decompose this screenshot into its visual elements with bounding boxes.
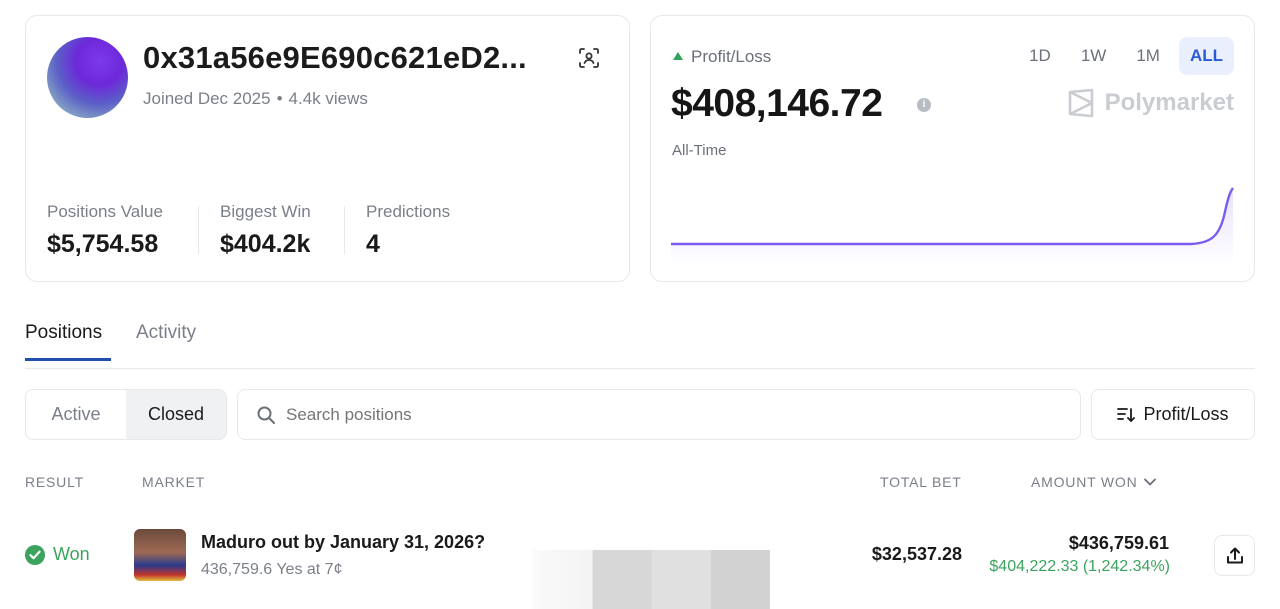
stat-value: $404.2k [220,230,311,258]
check-circle-icon [25,544,45,565]
search-icon [257,406,275,424]
chart-line [671,187,1234,246]
range-tab-1m[interactable]: 1M [1125,37,1171,75]
pnl-sparkline-chart [671,187,1234,266]
sort-profit-loss-button[interactable]: Profit/Loss [1091,389,1255,440]
stat-label: Predictions [366,202,451,221]
joined-date: Joined Dec 2025 [143,89,271,108]
range-tab-1w[interactable]: 1W [1070,37,1118,75]
pnl-period-label: All-Time [672,142,727,159]
filter-active[interactable]: Active [26,390,126,439]
market-position-detail: 436,759.6 Yes at 7¢ [201,561,343,578]
share-icon [1226,547,1243,563]
separator-dot: • [276,89,283,108]
polymarket-logo: Polymarket [1067,88,1234,118]
range-tab-all[interactable]: ALL [1178,37,1234,75]
stat-value: 4 [366,230,380,258]
pnl-label: Profit/Loss [673,47,771,67]
amount-won-gain: $404,222.33 (1,242.34%) [989,558,1170,575]
tab-activity[interactable]: Activity [136,322,196,358]
redacted-area [533,550,770,609]
header-amount-won[interactable]: AMOUNT WON [1031,474,1156,490]
header-market: MARKET [142,474,206,490]
profile-meta: Joined Dec 2025 • 4.4k views [143,89,368,109]
info-icon[interactable]: i [917,98,931,112]
stat-biggest-win: Biggest Win $404.2k [220,202,311,259]
market-title[interactable]: Maduro out by January 31, 2026? [201,532,485,553]
amount-won-value: $436,759.61 [1068,533,1169,553]
view-count: 4.4k views [288,89,368,108]
chart-area [671,188,1233,266]
tab-positions[interactable]: Positions [25,322,111,361]
result-label: Won [53,544,90,564]
positions-activity-tabs: Positions Activity [25,322,1255,369]
active-closed-toggle: Active Closed [25,389,227,440]
profile-card: 0x31a56e9E690c621eD2... Joined Dec 2025 •… [25,15,630,282]
search-input[interactable] [286,402,1046,428]
stat-positions-value: Positions Value $5,754.58 [47,202,163,259]
sort-label: Profit/Loss [1143,404,1229,424]
header-total-bet[interactable]: TOTAL BET [880,474,962,490]
profit-loss-card: Profit/Loss 1D 1W 1M ALL $408,146.72 i P… [650,15,1255,282]
stat-predictions: Predictions 4 [366,202,450,259]
stat-divider [198,206,199,254]
total-bet-value: $32,537.28 [871,544,962,564]
polymarket-icon [1068,88,1093,118]
stat-label: Biggest Win [220,202,311,221]
avatar[interactable] [47,37,128,118]
share-button[interactable] [1214,535,1255,576]
qr-scan-icon[interactable] [578,47,600,69]
chevron-down-icon [1143,478,1156,486]
stat-label: Positions Value [47,202,163,221]
sort-icon [1117,407,1136,422]
filter-closed[interactable]: Closed [126,390,226,439]
trend-up-icon [673,52,683,60]
range-tab-1d[interactable]: 1D [1018,37,1062,75]
time-range-tabs: 1D 1W 1M ALL [1018,37,1234,75]
search-box [237,389,1081,440]
market-thumbnail[interactable] [134,529,186,581]
result-won: Won [25,544,90,565]
profile-address: 0x31a56e9E690c621eD2... [143,40,527,75]
pnl-value: $408,146.72 [671,82,883,125]
stat-divider [344,206,345,254]
header-result: RESULT [25,474,84,490]
stat-value: $5,754.58 [47,230,159,258]
